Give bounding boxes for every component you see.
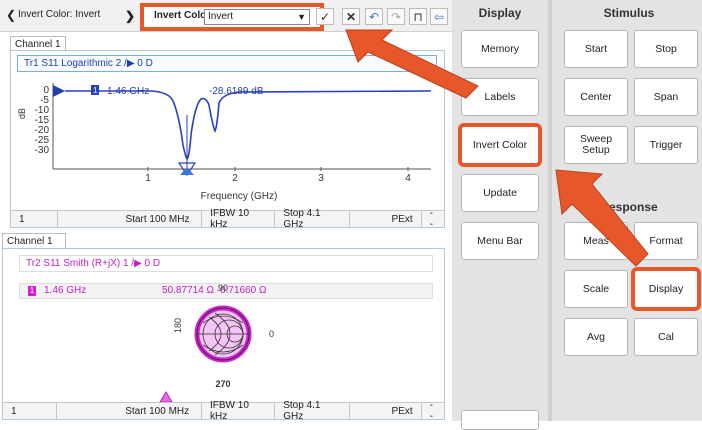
x-tick: 1 [145,173,151,184]
log-mag-chart: 0 -5 -10 -15 -20 -25 -30 dB 1 2 3 4 Freq… [17,83,432,202]
reference-marker-icon [53,85,65,97]
channel1-status-bar: 1 Start 100 MHz IFBW 10 kHz Stop 4.1 GHz… [11,208,444,230]
marker-freq: 1.46 GHz [107,86,149,97]
memory-button[interactable]: Memory [461,30,539,68]
display-heading: Display [478,6,522,20]
marker2-num: 1 [28,286,36,296]
redo-icon[interactable]: ↷ [387,8,405,25]
trigger-button[interactable]: Trigger [634,126,698,164]
status-ifbw[interactable]: IFBW 10 kHz [202,208,276,230]
invert-color-label: Invert Color [154,10,211,21]
x-axis-label: Frequency (GHz) [201,191,278,202]
toolbar: ❮ Invert Color: Invert ❯ Invert Color In… [0,0,452,32]
marker-num: 1 [93,86,98,95]
softkey-panel: Display Stimulus Memory Labels Invert Co… [452,0,702,430]
smith-label-bottom: 270 [215,379,230,389]
trace2-header[interactable]: Tr2 S11 Smith (R+jX) 1 /▶ 0 D [19,255,433,272]
back-chevron-icon[interactable]: ❮ [6,8,16,22]
status-start[interactable]: Start 100 MHz [118,211,203,227]
exit-icon[interactable]: ⇦ [430,8,448,25]
x-tick: 2 [232,173,238,184]
start-button[interactable]: Start [564,30,628,68]
trace1-header[interactable]: Tr1 S11 Logarithmic 2 /▶ 0 D [17,55,437,72]
status-channel: 1 [3,403,58,419]
invert-select-value: Invert [208,11,234,22]
span-button[interactable]: Span [634,78,698,116]
marker-value: -28.6189 dB [209,86,264,97]
center-button[interactable]: Center [564,78,628,116]
stop-button[interactable]: Stop [634,30,698,68]
status-start[interactable]: Start 100 MHz [117,403,202,419]
smith-label-top: 90 [218,283,228,293]
close-icon[interactable]: ✕ [342,8,360,25]
format-button[interactable]: Format [634,222,698,260]
y-unit: dB [17,108,27,119]
status-pext: PExt [384,211,422,227]
response-heading: Response [600,200,658,214]
smith-label-right: 0 [269,329,274,339]
avg-button[interactable]: Avg [564,318,628,356]
invert-color-group: Invert Color Invert ▼ [140,3,324,31]
cal-button[interactable]: Cal [634,318,698,356]
expand-icon[interactable]: ❯ [125,9,135,23]
channel1-panel: Tr1 S11 Logarithmic 2 /▶ 0 D 0 -5 -10 -1… [10,50,445,230]
invert-color-button[interactable]: Invert Color [458,123,542,167]
dropdown-arrow-icon: ▼ [297,12,306,22]
labels-button[interactable]: Labels [461,78,539,116]
channel2-panel: Tr2 S11 Smith (R+jX) 1 /▶ 0 D 1 1.46 GHz… [2,248,445,422]
panel-divider [548,0,552,421]
stimulus-heading: Stimulus [603,6,655,20]
toolbar-breadcrumb[interactable]: Invert Color: Invert [18,9,100,20]
smith-chart: 90 180 0 270 [173,283,274,389]
status-stop[interactable]: Stop 4.1 GHz [275,208,350,230]
trace1-line [65,90,432,160]
status-pext: PExt [384,403,422,419]
meas-button[interactable]: Meas [564,222,628,260]
status-channel: 1 [11,211,58,227]
y-tick: -30 [35,145,50,156]
marker2-freq: 1.46 GHz [44,285,87,296]
undo-icon[interactable]: ↶ [365,8,383,25]
channel2-status-bar: 1 Start 100 MHz IFBW 10 kHz Stop 4.1 GHz… [3,400,444,422]
invert-color-select[interactable]: Invert ▼ [204,9,310,25]
status-extra: -- [429,400,433,422]
x-tick: 3 [318,173,324,184]
sweep-setup-button[interactable]: Sweep Setup [564,126,628,164]
status-ifbw[interactable]: IFBW 10 kHz [202,400,276,422]
display-button[interactable]: Display [631,267,701,311]
check-icon[interactable]: ✓ [316,8,334,25]
channel2-tab[interactable]: Channel 1 [2,233,66,249]
status-stop[interactable]: Stop 4.1 GHz [275,400,350,422]
scale-button[interactable]: Scale [564,270,628,308]
smith-label-left: 180 [173,318,183,333]
extra-button[interactable] [461,410,539,430]
menu-bar-button[interactable]: Menu Bar [461,222,539,260]
panel-icon[interactable]: ⊓ [409,8,427,25]
status-extra: -- [429,208,433,230]
update-button[interactable]: Update [461,174,539,212]
x-tick: 4 [405,173,411,184]
